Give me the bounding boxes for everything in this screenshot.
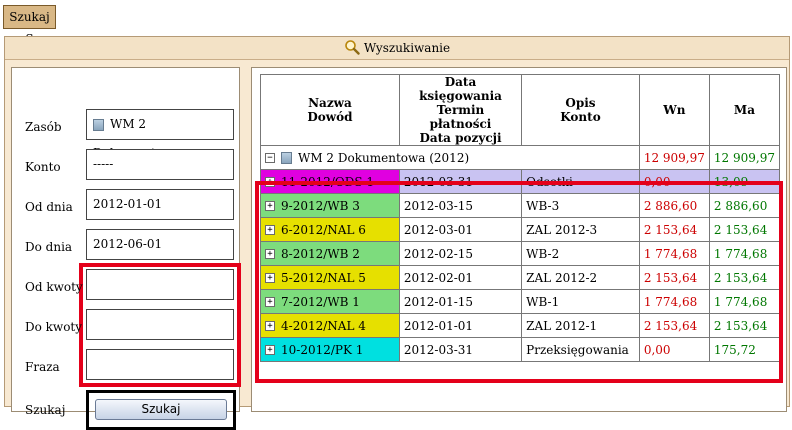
do-kwoty-label: Do kwoty: [25, 320, 83, 334]
konto-field[interactable]: -----: [86, 149, 234, 180]
do-dnia-field[interactable]: 2012-06-01: [86, 229, 234, 260]
od-dnia-field[interactable]: 2012-01-01: [86, 189, 234, 220]
od-dnia-label: Od dnia: [25, 200, 73, 214]
header-row: Nazwa Dowód Data księgowania Termin płatno…: [260, 74, 781, 146]
od-kwoty-label: Od kwoty: [25, 280, 83, 294]
szukaj-button[interactable]: Szukaj: [95, 399, 227, 420]
do-dnia-value: 2012-06-01: [93, 237, 163, 251]
od-dnia-value: 2012-01-01: [93, 197, 163, 211]
zasob-label: Zasób: [25, 120, 62, 134]
od-kwoty-input[interactable]: [86, 269, 234, 300]
fraza-label: Fraza: [25, 360, 60, 374]
od-kwoty-text[interactable]: [93, 270, 233, 299]
search-icon: [344, 39, 360, 58]
group-label: WM 2 Dokumentowa (2012): [298, 150, 470, 165]
col-nazwa-header[interactable]: Nazwa Dowód: [260, 74, 400, 146]
search-panel: Wyszukiwanie Zasób WM 2 Dokumentowa Kont…: [4, 36, 790, 430]
results-panel: Nazwa Dowód Data księgowania Termin płatno…: [251, 67, 787, 412]
fraza-input[interactable]: [86, 349, 234, 380]
col-opis-header[interactable]: Opis Konto: [521, 74, 640, 146]
do-dnia-label: Do dnia: [25, 240, 73, 254]
col-wn-header[interactable]: Wn: [638, 74, 710, 146]
col-data-header[interactable]: Data księgowania Termin płatności Data poz…: [398, 74, 523, 146]
do-kwoty-text[interactable]: [93, 310, 233, 339]
building-icon: [93, 118, 104, 131]
search-form: Zasób WM 2 Dokumentowa Konto ----- Od dn…: [11, 67, 241, 430]
building-icon: [281, 152, 292, 164]
panel-header: Wyszukiwanie: [5, 37, 789, 60]
group-row[interactable]: − WM 2 Dokumentowa (2012) 12 909,97 12 90…: [260, 145, 781, 170]
group-wn: 12 909,97: [638, 145, 710, 170]
konto-label: Konto: [25, 160, 61, 174]
highlight-box-results: [255, 181, 783, 383]
szukaj-s-tab[interactable]: Szukaj S: [3, 5, 56, 46]
col-ma-header[interactable]: Ma: [708, 74, 781, 146]
szukaj-label: Szukaj: [25, 403, 66, 417]
panel-title: Wyszukiwanie: [363, 41, 451, 55]
fraza-text[interactable]: [93, 350, 233, 379]
zasob-field[interactable]: WM 2 Dokumentowa: [86, 109, 234, 160]
collapse-icon[interactable]: −: [265, 153, 275, 163]
do-kwoty-input[interactable]: [86, 309, 234, 340]
group-ma: 12 909,97: [708, 145, 781, 170]
konto-value: -----: [93, 157, 114, 171]
